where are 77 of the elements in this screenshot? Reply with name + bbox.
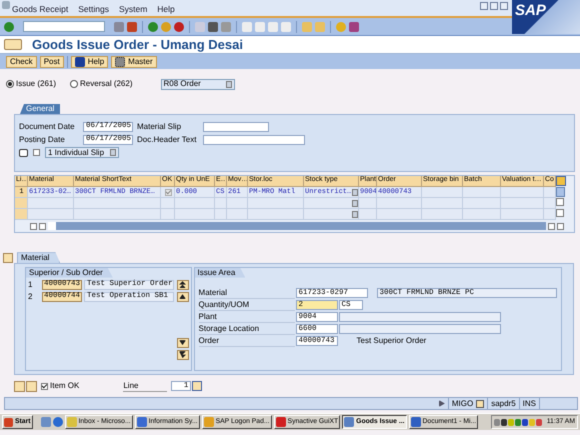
table-cell <box>161 209 175 220</box>
section-tab[interactable]: Material <box>17 252 60 264</box>
menu-item[interactable]: Settings <box>78 4 109 16</box>
row-number: 1 <box>28 280 34 290</box>
table-cell[interactable] <box>304 198 359 209</box>
status-mode: INS <box>518 398 539 409</box>
field-label: Line <box>123 380 168 392</box>
table-cell <box>501 198 544 209</box>
toolbar-button[interactable]: Help <box>70 56 108 68</box>
table-cell <box>377 198 422 209</box>
field-label: Doc.Header Text <box>137 134 198 145</box>
expand-status-icon[interactable] <box>438 400 445 407</box>
panel-title: Issue Area <box>194 268 246 278</box>
horizontal-scrollbar[interactable] <box>48 222 546 230</box>
field-label: Quantity/UOM <box>198 300 295 311</box>
text-field[interactable] <box>203 134 305 144</box>
reference-dropdown[interactable]: R08 Order <box>160 78 234 90</box>
scroll-top-button[interactable] <box>176 280 189 290</box>
table-cell <box>175 198 215 209</box>
table-cell <box>175 209 215 220</box>
scroll-bottom-button[interactable] <box>176 350 189 360</box>
table-cell <box>248 198 304 209</box>
table-cell <box>377 209 422 220</box>
table-cell <box>463 209 501 220</box>
item-ok-checkbox[interactable]: Item OK <box>41 381 80 391</box>
menu-item[interactable]: System <box>118 4 148 16</box>
double-up-arrow-icon <box>179 281 186 288</box>
radio-option[interactable]: Reversal (262) <box>70 79 132 89</box>
field-label: Order <box>198 336 295 347</box>
table-cell <box>28 209 74 220</box>
table-cell[interactable] <box>304 209 359 220</box>
table-cell <box>215 198 227 209</box>
table-cell <box>28 198 74 209</box>
table-cell <box>463 187 501 198</box>
toolbar-button[interactable]: Check <box>6 56 37 68</box>
toolbar-button[interactable]: Post <box>40 56 64 68</box>
status-transaction: MIGO <box>448 398 488 409</box>
text-field[interactable] <box>203 122 269 132</box>
screen-title: Goods Issue Order - Umang Desai <box>32 36 243 52</box>
table-cell <box>227 198 248 209</box>
table-cell <box>501 187 544 198</box>
row-number: 2 <box>28 292 34 302</box>
table-cell <box>422 198 463 209</box>
print-checkbox[interactable] <box>33 149 40 156</box>
command-field[interactable] <box>23 21 105 32</box>
print-version-dropdown[interactable]: 1 Individual Slip <box>45 147 119 158</box>
table-cell <box>544 187 556 198</box>
status-server: sapdr5 <box>487 398 519 409</box>
toolbar-button[interactable]: Master <box>111 56 157 68</box>
table-cell <box>463 198 501 209</box>
table-cell <box>359 209 377 220</box>
table-cell <box>501 209 544 220</box>
table-cell <box>215 209 227 220</box>
field-label: Material Slip <box>137 121 182 132</box>
field-label: Posting Date <box>19 134 66 145</box>
scroll-down-button[interactable] <box>176 338 189 348</box>
field-label: Storage Location <box>198 324 295 335</box>
menu-item[interactable]: Help <box>157 4 175 16</box>
field-label: Material <box>198 288 295 299</box>
scroll-up-button[interactable] <box>176 292 189 302</box>
table-cell <box>422 187 463 198</box>
table-cell <box>544 209 556 220</box>
table-cell <box>544 198 556 209</box>
radio-option[interactable]: Issue (261) <box>6 79 56 89</box>
menu-item[interactable]: Goods Receipt <box>12 4 68 16</box>
table-cell <box>422 209 463 220</box>
tab[interactable]: General <box>20 104 60 114</box>
order-description: Test Superior Order <box>356 336 426 346</box>
field-label: Plant <box>198 312 295 323</box>
table-cell <box>248 209 304 220</box>
table-cell <box>359 198 377 209</box>
logo-text: SAP <box>515 2 546 20</box>
down-arrow-icon <box>179 340 186 346</box>
table-cell <box>227 209 248 220</box>
up-arrow-icon <box>179 294 186 300</box>
field-label: Document Date <box>19 121 76 132</box>
panel-title: Superior / Sub Order <box>26 268 113 278</box>
